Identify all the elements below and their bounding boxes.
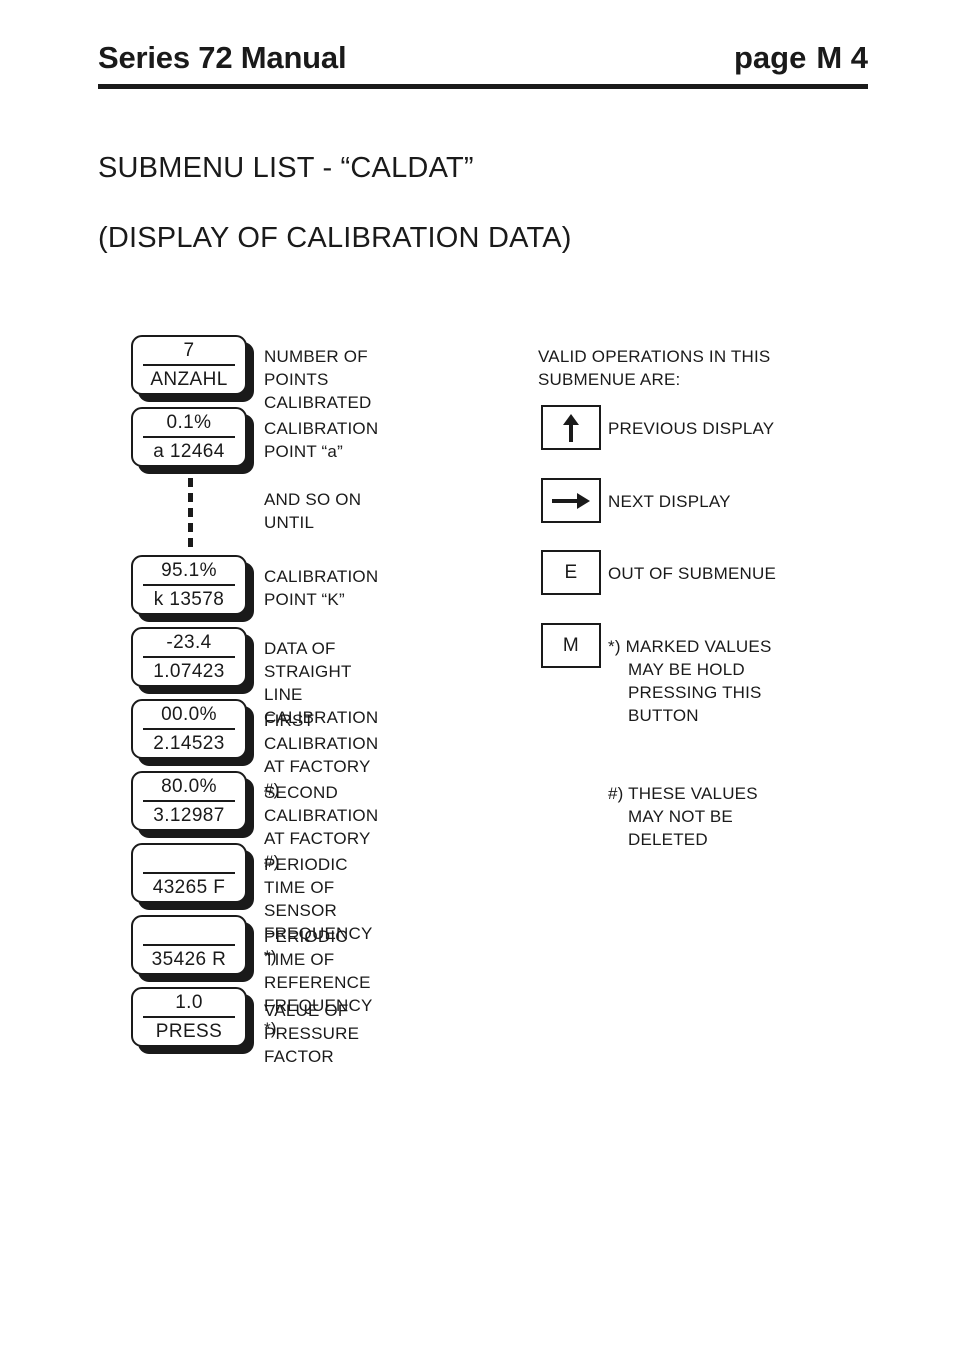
display-box: 7 ANZAHL — [131, 335, 247, 395]
letter-m-key: M — [562, 635, 580, 656]
display-value-bottom: k 13578 — [153, 589, 225, 610]
key-description: PREVIOUS DISPLAY — [608, 419, 775, 438]
sequence-continuation-dashes — [188, 478, 193, 548]
manual-title: Series 72 Manual — [98, 40, 347, 75]
display-value-bottom: PRESS — [155, 1021, 223, 1042]
footnote-hash: #) THESE VALUES MAY NOT BE DELETED — [608, 784, 758, 849]
page-header: Series 72 Manual page M 4 — [98, 40, 868, 88]
page-number: M 4 — [816, 40, 868, 75]
letter-e-key: E — [564, 562, 578, 583]
display-value-bottom: 35426 R — [151, 949, 227, 970]
display-value-top — [133, 845, 245, 872]
key-button[interactable] — [541, 405, 601, 450]
display-box: 95.1% k 13578 — [131, 555, 247, 615]
key-description: *) MARKED VALUES MAY BE HOLD PRESSING TH… — [608, 637, 772, 725]
sequence-continuation-label: AND SO ON UNTIL — [264, 490, 362, 532]
arrow-right-icon — [551, 491, 591, 511]
key-button[interactable] — [541, 478, 601, 523]
display-description: CALIBRATION POINT “K” — [264, 567, 379, 609]
display-value-bottom: 43265 F — [152, 877, 226, 898]
section-title: SUBMENU LIST - “CALDAT” — [98, 152, 474, 184]
display-value-bottom: a 12464 — [153, 441, 225, 462]
display-box: 43265 F — [131, 843, 247, 903]
key-button[interactable]: M — [541, 623, 601, 668]
page-label: page — [733, 40, 807, 75]
display-value-top: 95.1% — [161, 560, 217, 581]
display-description: NUMBER OF POINTS CALIBRATED — [264, 347, 372, 412]
key-description: OUT OF SUBMENUE — [608, 564, 776, 583]
key-button[interactable]: E — [541, 550, 601, 595]
display-description: CALIBRATION POINT “a” — [264, 419, 379, 461]
display-value-top — [133, 917, 245, 944]
display-box: 1.0 PRESS — [131, 987, 247, 1047]
display-value-top: 00.0% — [161, 704, 217, 725]
display-value-top: 7 — [183, 340, 195, 361]
display-box: 0.1% a 12464 — [131, 407, 247, 467]
display-value-top: -23.4 — [166, 632, 212, 653]
header-divider — [98, 84, 868, 89]
page-indicator: page M 4 — [734, 40, 868, 76]
display-value-bottom: 2.14523 — [153, 733, 225, 754]
key-description: NEXT DISPLAY — [608, 492, 731, 511]
display-value-bottom: ANZAHL — [150, 369, 228, 390]
display-box: 00.0% 2.14523 — [131, 699, 247, 759]
display-box: 35426 R — [131, 915, 247, 975]
arrow-up-icon — [561, 413, 581, 443]
display-value-top: 1.0 — [175, 992, 203, 1013]
section-subtitle: (DISPLAY OF CALIBRATION DATA) — [98, 222, 572, 254]
display-box: -23.4 1.07423 — [131, 627, 247, 687]
display-box: 80.0% 3.12987 — [131, 771, 247, 831]
display-description: VALUE OF PRESSURE FACTOR — [264, 1001, 360, 1066]
display-value-top: 0.1% — [166, 412, 212, 433]
display-value-top: 80.0% — [161, 776, 217, 797]
display-value-bottom: 3.12987 — [153, 805, 225, 826]
operations-heading: VALID OPERATIONS IN THIS SUBMENUE ARE: — [538, 347, 771, 389]
display-value-bottom: 1.07423 — [153, 661, 225, 682]
